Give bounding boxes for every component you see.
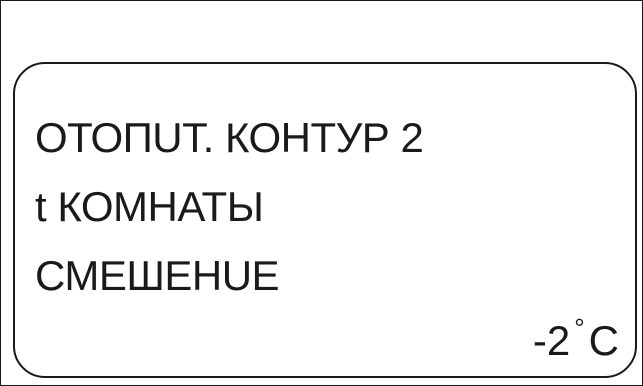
offset-label: СМЕШЕНUЕ	[35, 252, 280, 299]
heating-circuit-title: ОТОПUТ. КОНТУР 2	[35, 114, 424, 161]
room-temperature-label: t КОМНАТЫ	[35, 183, 264, 230]
temperature-unit: C	[588, 317, 619, 364]
degree-symbol: °	[574, 313, 585, 343]
offset-number: -2	[532, 317, 571, 364]
offset-value: -2 °C	[532, 315, 619, 364]
lcd-display: ОТОПUТ. КОНТУР 2 t КОМНАТЫ СМЕШЕНUЕ -2 °C	[13, 62, 637, 378]
